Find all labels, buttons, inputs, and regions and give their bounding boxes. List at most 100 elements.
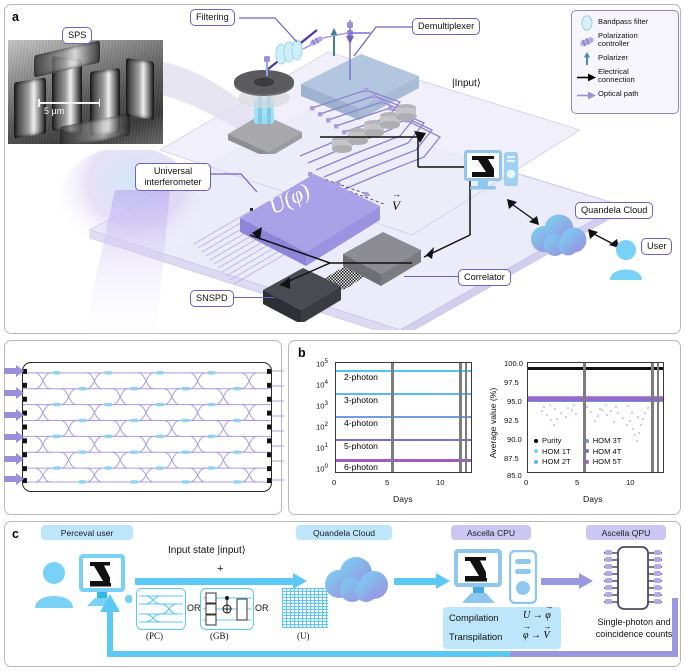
leader-filtering [239,17,298,43]
sps-sem-image: 5 µm [8,40,163,144]
tag-perceval-user: Perceval user [41,525,133,540]
legend-label-polarization-controller: Polarization controller [598,31,638,49]
annot-6-photon: 6-photon [342,462,380,472]
legend-label-bandpass-filter: Bandpass filter [598,17,649,27]
chip-output-lines [272,370,284,481]
legend-label-electrical-connection: Electrical connection [598,67,635,85]
legend-dot-purity [534,438,538,443]
callout-quandela-cloud: Quandela Cloud [575,202,654,219]
panel-b-letter: b [298,346,306,360]
avg-ytick-85: 85.0 [507,471,522,480]
legend-label-optical-path: Optical path [598,88,639,98]
arrowhead-cpu-to-qpu [579,573,593,589]
panel-a-legend: Bandpass filter Polarization controller … [571,10,679,114]
callout-sps: SPS [62,27,93,44]
crates-ytick-4: 104 [316,379,328,390]
annot-2-photon: 2-photon [342,372,380,382]
legend-item-purity: Purity [534,436,571,445]
average-value-ylabel: Average value (%) [488,387,498,459]
crates-xtick-10: 10 [436,478,445,487]
panel-c-letter: c [12,527,19,541]
data-gap-2b [465,363,468,472]
arrow-user-to-cloud [135,578,295,585]
legend-item-hom2t: HOM 2T [534,457,571,466]
optical-path-icon [576,87,598,102]
coincidence-rates-xlabel: Days [393,494,413,504]
crates-ytick-1: 101 [316,442,328,453]
tag-ascella-qpu: Ascella QPU [586,525,666,540]
data-gap-1 [391,363,395,472]
arrowhead-user-to-cloud [293,573,307,589]
legend-dot-hom3t [584,438,589,443]
legend-item-hom5t: HOM 5T [584,457,622,466]
figure-root: a 5 µm U(→ φ) → V |Input⟩ SPS Filtering… [0,0,685,671]
input-state-text: Input state |input⟩ [168,545,246,556]
legend-text-hom3t: HOM 3T [592,436,622,445]
v-vector-arrow: → [392,189,401,199]
avg-ytick-90: 90.0 [507,435,522,444]
callout-demultiplexer: Demultiplexer [412,18,481,35]
legend-text-hom5t: HOM 5T [592,457,622,466]
leader-demultiplexer [353,26,412,57]
feedback-return-path [100,594,678,657]
annot-5-photon: 5-photon [342,441,380,451]
pc-l2: controller [598,39,630,49]
bandpass-filter-icon [576,15,598,31]
legend-item-hom3t: HOM 3T [584,436,622,445]
legend-row-electrical-connection: Electrical connection [576,67,674,85]
legend-item-hom1t: HOM 1T [534,447,571,456]
callout-universal-interferometer: Universal interferometer [135,163,211,191]
callout-snspd: SNSPD [190,290,234,307]
leader-correlator [404,276,460,278]
panel-a-letter: a [12,10,19,24]
chip-input-arrows [4,365,24,485]
callout-correlator: Correlator [458,269,511,286]
v-letter: V [392,198,400,213]
avg-ytick-87.5: 87.5 [504,454,519,463]
legend-dot-hom4t [584,449,589,453]
legend-row-bandpass-filter: Bandpass filter [576,15,674,31]
tag-quandela-cloud: Quandela Cloud [296,525,392,540]
legend-row-polarizer: Polarizer [576,51,674,66]
crates-ytick-0: 100 [316,463,328,474]
photonic-circuit-chip [22,362,272,492]
callout-user: User [641,238,673,255]
legend-item-hom4t: HOM 4T [584,447,621,456]
crates-ytick-5: 105 [316,358,328,369]
quandela-cloud-icon-a [531,214,587,256]
legend-dot-hom5t [584,459,589,464]
avg-xtick-10: 10 [626,478,635,487]
avg-data-gap-2 [651,363,655,472]
ui-label-line1: Universal [153,166,193,176]
user-person-icon-a [610,240,642,280]
arrow-cloud-to-cpu [394,578,438,585]
arrow-cpu-to-qpu [541,578,581,585]
crates-ytick-3: 103 [316,400,328,411]
arrowhead-cloud-to-cpu [436,573,450,589]
leader-universal-interferometer [209,173,258,193]
perceval-user-person-icon [35,562,73,608]
crates-xtick-0: 0 [332,478,337,487]
ec-l2: connection [598,75,635,85]
mzi-mesh [23,368,271,484]
plus-sign: + [217,563,224,575]
legend-label-polarizer: Polarizer [598,53,628,63]
input-state-label: |Input⟩ [452,78,481,89]
data-gap-2 [459,363,463,472]
legend-text-hom2t: HOM 2T [542,457,571,466]
electrical-connection-icon [576,69,598,84]
annot-3-photon: 3-photon [342,395,380,405]
legend-text-hom1t: HOM 1T [542,446,571,456]
leader-snspd [233,297,275,299]
avg-ytick-92.5: 92.5 [504,416,519,425]
legend-text-purity: Purity [542,436,562,445]
annot-4-photon: 4-photon [342,418,380,428]
lab-computer [464,150,518,190]
average-value-legend: Purity HOM 1T HOM 2T HOM 3T HOM 4T HOM 5… [534,436,621,468]
legend-row-optical-path: Optical path [576,87,674,102]
avg-ytick-95: 95.0 [507,397,522,406]
scale-bar-label: 5 µm [44,106,65,116]
crates-xtick-5: 5 [385,478,390,487]
avg-ytick-97.5: 97.5 [504,378,519,387]
tag-ascella-cpu: Ascella CPU [451,525,531,540]
